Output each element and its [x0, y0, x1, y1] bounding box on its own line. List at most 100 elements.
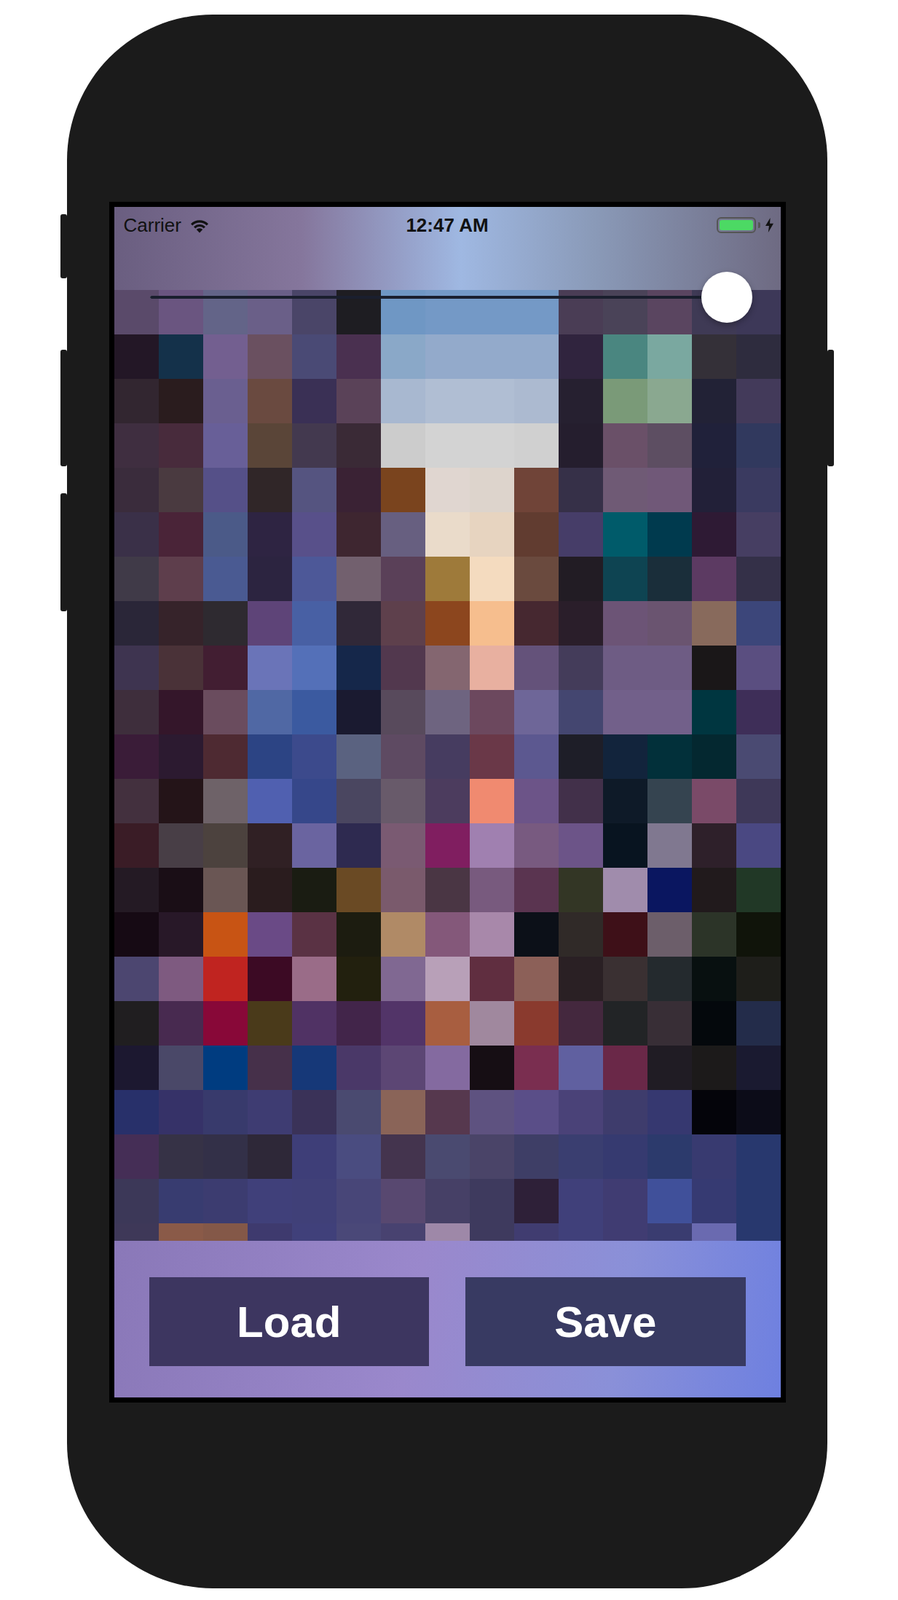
mosaic-cell: [425, 911, 470, 957]
mosaic-cell: [469, 867, 515, 912]
mosaic-cell: [736, 556, 781, 601]
mosaic-cell: [736, 956, 781, 1001]
mosaic-cell: [292, 867, 337, 912]
mosaic-cell: [158, 378, 204, 424]
mosaic-cell: [247, 1133, 293, 1179]
mosaic-cell: [158, 956, 204, 1001]
mosaic-cell: [292, 956, 337, 1001]
mosaic-cell: [736, 1045, 781, 1090]
mosaic-cell: [691, 778, 737, 823]
mosaic-cell: [425, 423, 470, 468]
mosaic-cell: [425, 1178, 470, 1223]
mosaic-cell: [380, 1178, 426, 1223]
mosaic-view: [114, 289, 781, 1241]
mosaic-cell: [114, 556, 159, 601]
mosaic-cell: [247, 689, 293, 735]
mosaic-cell: [247, 378, 293, 424]
mosaic-cell: [158, 1089, 204, 1134]
mosaic-cell: [292, 600, 337, 646]
mosaic-cell: [514, 956, 559, 1001]
mosaic-cell: [425, 1222, 470, 1241]
wifi-icon: [188, 217, 211, 234]
mosaic-cell: [425, 822, 470, 868]
mosaic-cell: [292, 1222, 337, 1241]
mosaic-cell: [114, 778, 159, 823]
mosaic-cell: [603, 600, 648, 646]
mosaic-cell: [469, 511, 515, 557]
mosaic-cell: [647, 645, 692, 690]
mosaic-cell: [425, 778, 470, 823]
mosaic-cell: [736, 778, 781, 823]
mosaic-cell: [647, 1133, 692, 1179]
mosaic-cell: [425, 1000, 470, 1046]
mosaic-cell: [336, 956, 381, 1001]
slider-thumb[interactable]: [701, 271, 753, 323]
mosaic-cell: [203, 378, 248, 424]
mosaic-cell: [691, 689, 737, 735]
action-button[interactable]: Load: [149, 1276, 430, 1366]
mosaic-cell: [114, 689, 159, 735]
mosaic-cell: [292, 1089, 337, 1134]
mosaic-cell: [114, 1178, 159, 1223]
mosaic-cell: [558, 911, 604, 957]
mosaic-cell: [558, 334, 604, 379]
mosaic-cell: [469, 645, 515, 690]
mosaic-cell: [603, 645, 648, 690]
mosaic-cell: [469, 1000, 515, 1046]
mosaic-cell: [203, 689, 248, 735]
mosaic-cell: [603, 1222, 648, 1241]
mosaic-cell: [158, 556, 204, 601]
mosaic-cell: [292, 1000, 337, 1046]
mosaic-cell: [380, 511, 426, 557]
battery-group: [716, 217, 774, 234]
mosaic-cell: [691, 467, 737, 512]
mosaic-cell: [425, 689, 470, 735]
mosaic-cell: [158, 1133, 204, 1179]
bottom-toolbar: Load Save: [114, 1240, 781, 1397]
mosaic-cell: [114, 956, 159, 1001]
mosaic-cell: [292, 1178, 337, 1223]
mosaic-cell: [158, 867, 204, 912]
mosaic-cell: [203, 1133, 248, 1179]
mosaic-cell: [203, 1000, 248, 1046]
mosaic-cell: [292, 378, 337, 424]
mosaic-cell: [469, 334, 515, 379]
mosaic-cell: [425, 556, 470, 601]
mosaic-cell: [158, 334, 204, 379]
mosaic-cell: [158, 822, 204, 868]
mosaic-cell: [380, 423, 426, 468]
action-button[interactable]: Save: [465, 1276, 746, 1366]
phone-frame: Carrier12:47 AMLoadSave: [67, 14, 828, 1588]
mosaic-cell: [247, 334, 293, 379]
mosaic-cell: [114, 822, 159, 868]
mosaic-cell: [691, 1178, 737, 1223]
mosaic-cell: [380, 1133, 426, 1179]
mosaic-cell: [380, 689, 426, 735]
mosaic-cell: [558, 1178, 604, 1223]
mosaic-cell: [292, 511, 337, 557]
mosaic-cell: [603, 822, 648, 868]
mosaic-cell: [514, 734, 559, 779]
mosaic-cell: [114, 1133, 159, 1179]
mosaic-cell: [292, 1045, 337, 1090]
mosaic-cell: [336, 1222, 381, 1241]
mosaic-cell: [203, 911, 248, 957]
mosaic-cell: [647, 734, 692, 779]
mosaic-cell: [292, 1133, 337, 1179]
mosaic-cell: [469, 378, 515, 424]
mosaic-cell: [514, 689, 559, 735]
mosaic-cell: [203, 556, 248, 601]
mosaic-cell: [603, 556, 648, 601]
mosaic-cell: [292, 822, 337, 868]
mosaic-cell: [336, 1000, 381, 1046]
mosaic-cell: [158, 1045, 204, 1090]
mosaic-cell: [469, 1133, 515, 1179]
mosaic-cell: [336, 423, 381, 468]
mosaic-cell: [114, 1089, 159, 1134]
mosaic-cell: [380, 1000, 426, 1046]
mosaic-cell: [425, 600, 470, 646]
mosaic-cell: [469, 1222, 515, 1241]
pixel-size-slider[interactable]: [150, 271, 727, 323]
mosaic-cell: [158, 1178, 204, 1223]
mosaic-cell: [380, 378, 426, 424]
